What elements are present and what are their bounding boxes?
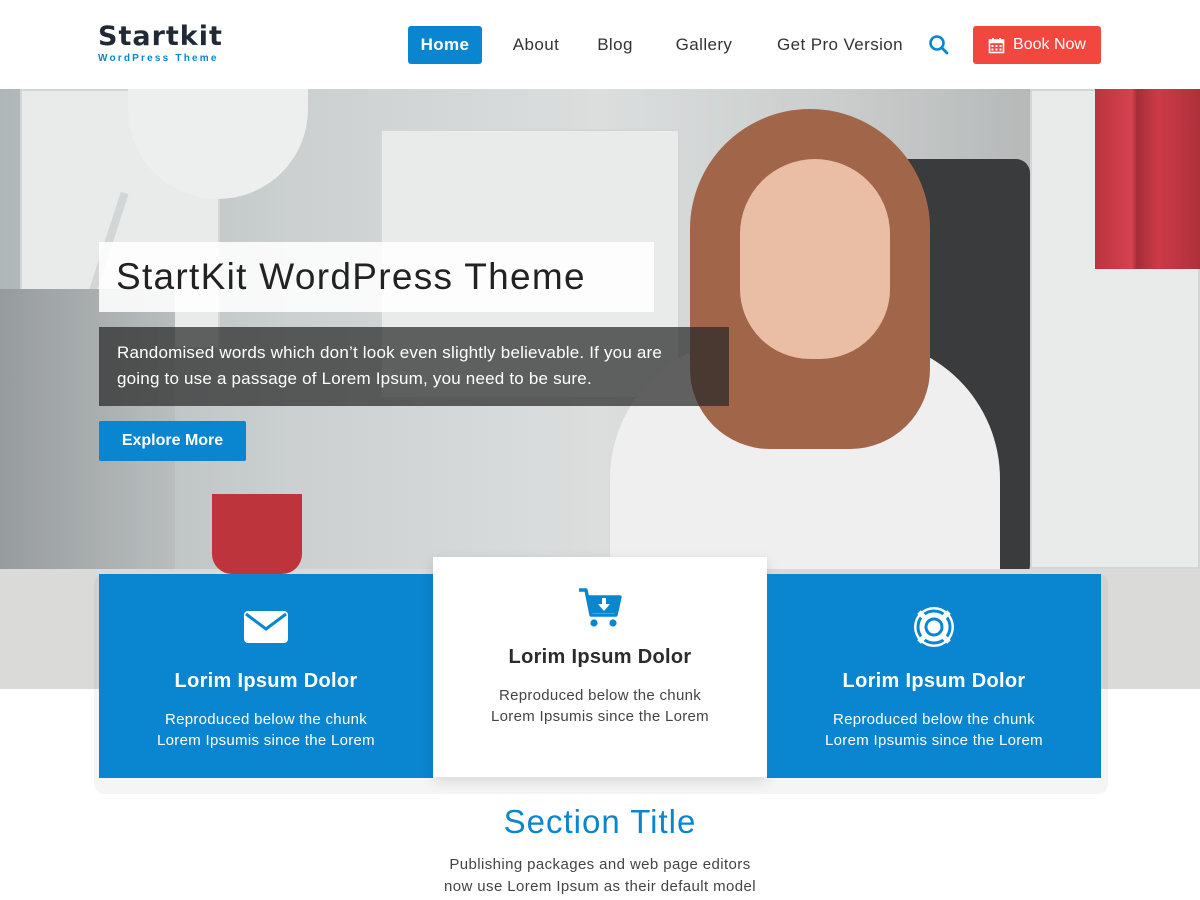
feature-card-text: Reproduced below the chunk Lorem Ipsumis… xyxy=(157,709,375,751)
logo-text: Startkit xyxy=(98,21,223,52)
hero-description-line: Randomised words which don’t look even s… xyxy=(117,343,663,362)
search-icon xyxy=(929,35,949,55)
envelope-icon xyxy=(244,611,288,643)
nav-home[interactable]: Home xyxy=(408,26,482,64)
feature-card-line: Reproduced below the chunk xyxy=(498,687,702,704)
explore-more-button[interactable]: Explore More xyxy=(99,421,246,461)
site-header: Startkit WordPress Theme Home About Blog… xyxy=(0,0,1200,89)
feature-card-title: Lorim Ipsum Dolor xyxy=(174,670,358,692)
site-logo[interactable]: Startkit WordPress Theme xyxy=(98,22,240,66)
feature-card-text: Reproduced below the chunk Lorem Ipsumis… xyxy=(491,685,709,727)
book-now-button[interactable]: Book Now xyxy=(973,26,1101,64)
section-title: Section Title xyxy=(503,803,697,840)
hero-description: Randomised words which don’t look even s… xyxy=(99,327,729,406)
feature-card-line: Lorem Ipsumis since the Lorem xyxy=(157,732,375,749)
calendar-icon xyxy=(988,37,1005,53)
cart-icon xyxy=(579,588,622,627)
logo-tagline: WordPress Theme xyxy=(98,53,219,64)
hero-description-line: going to use a passage of Lorem Ipsum, y… xyxy=(117,369,592,388)
section-description-line: now use Lorem Ipsum as their default mod… xyxy=(444,878,756,895)
feature-card-title: Lorim Ipsum Dolor xyxy=(842,670,1026,692)
book-now-label: Book Now xyxy=(1013,36,1086,53)
nav-blog[interactable]: Blog xyxy=(590,26,640,64)
nav-get-pro-version[interactable]: Get Pro Version xyxy=(768,26,912,64)
feature-card-email[interactable]: Lorim Ipsum Dolor Reproduced below the c… xyxy=(99,574,433,778)
section-description-line: Publishing packages and web page editors xyxy=(449,856,751,873)
nav-gallery[interactable]: Gallery xyxy=(668,26,740,64)
hero-title: StartKit WordPress Theme xyxy=(99,242,654,312)
nav-about[interactable]: About xyxy=(506,26,566,64)
feature-card-line: Reproduced below the chunk xyxy=(832,711,1036,728)
section-description: Publishing packages and web page editors… xyxy=(0,854,1200,898)
feature-card-line: Lorem Ipsumis since the Lorem xyxy=(491,708,709,725)
feature-card-cart[interactable]: Lorim Ipsum Dolor Reproduced below the c… xyxy=(433,557,767,777)
lifebuoy-icon xyxy=(914,607,954,647)
search-button[interactable] xyxy=(926,32,952,58)
feature-card-line: Lorem Ipsumis since the Lorem xyxy=(825,732,1043,749)
feature-card-text: Reproduced below the chunk Lorem Ipsumis… xyxy=(825,709,1043,751)
feature-card-title: Lorim Ipsum Dolor xyxy=(508,646,692,668)
feature-card-line: Reproduced below the chunk xyxy=(164,711,368,728)
feature-card-support[interactable]: Lorim Ipsum Dolor Reproduced below the c… xyxy=(767,574,1101,778)
